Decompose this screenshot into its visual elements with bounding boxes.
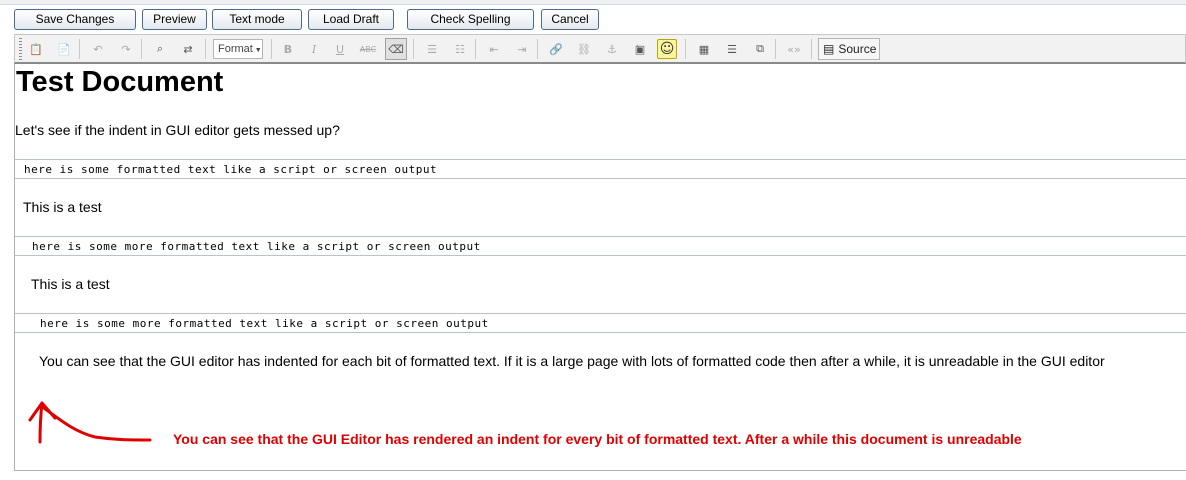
hand-drawn-arrow — [28, 401, 152, 444]
annotation-text: You can see that the GUI Editor has rend… — [173, 431, 1022, 447]
